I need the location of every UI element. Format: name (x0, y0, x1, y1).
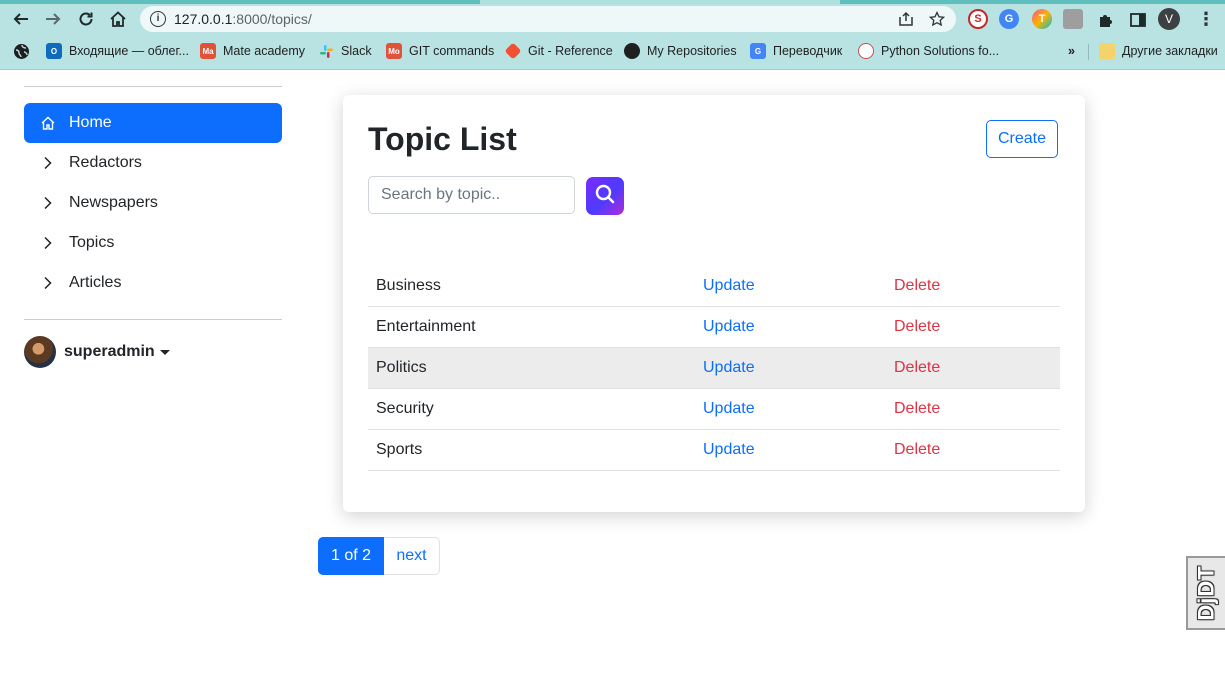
chevron-right-icon (38, 196, 58, 210)
sidebar-item-label: Articles (69, 274, 122, 291)
create-button[interactable]: Create (986, 120, 1058, 158)
bookmark-star-icon[interactable] (928, 10, 946, 28)
bookmark-git-reference[interactable]: Git - Reference (504, 42, 613, 60)
folder-icon (1099, 43, 1115, 59)
update-link[interactable]: Update (703, 441, 755, 459)
sidebar-item-home[interactable]: Home (24, 103, 282, 143)
home-icon (38, 115, 58, 131)
table-row: Entertainment Update Delete (368, 307, 1060, 348)
delete-link[interactable]: Delete (894, 318, 940, 336)
share-icon[interactable] (897, 10, 915, 28)
extension-icon[interactable]: T (1032, 9, 1052, 29)
next-page-link[interactable]: next (384, 537, 440, 575)
outlook-icon: O (46, 43, 62, 59)
debug-toolbar-handle[interactable]: DjDT (1186, 556, 1225, 630)
bookmarks-bar: O Входящие — облег... Ma Mate academy Slac… (0, 40, 1225, 62)
sidebar-item-label: Topics (69, 234, 115, 251)
home-browser-icon[interactable] (106, 7, 130, 31)
sidebar-item-label: Newspapers (69, 194, 158, 211)
page-title: Topic List (368, 121, 517, 157)
forward-icon[interactable] (41, 7, 65, 31)
current-page[interactable]: 1 of 2 (318, 537, 384, 575)
sidebar-item-redactors[interactable]: Redactors (24, 143, 282, 183)
bookmark-translator[interactable]: G Переводчик (750, 42, 842, 60)
table-row: Security Update Delete (368, 389, 1060, 430)
profile-avatar[interactable]: V (1158, 8, 1180, 30)
search-icon (594, 183, 616, 210)
sidebar-item-articles[interactable]: Articles (24, 263, 282, 303)
site-info-icon[interactable]: i (150, 11, 166, 27)
topics-table: Business Update Delete Entertainment Upd… (368, 266, 1060, 471)
table-row: Politics Update Delete (368, 348, 1060, 389)
update-link[interactable]: Update (703, 318, 755, 336)
username: superadmin (64, 343, 155, 360)
search-button[interactable] (586, 177, 624, 215)
topic-name: Entertainment (376, 318, 476, 335)
user-dropdown[interactable]: superadmin (24, 336, 170, 368)
search-input[interactable] (368, 176, 575, 214)
python-solutions-icon (858, 43, 874, 59)
sidebar-divider (24, 319, 282, 320)
side-panel-icon[interactable] (1126, 8, 1150, 32)
git-icon (504, 42, 522, 60)
bookmark-mate-academy[interactable]: Ma Mate academy (200, 42, 305, 60)
extension-icon[interactable]: S (968, 9, 988, 29)
sidebar-item-topics[interactable]: Topics (24, 223, 282, 263)
topic-list-card: Topic List Create Business Update Delete… (343, 95, 1085, 512)
update-link[interactable]: Update (703, 400, 755, 418)
delete-link[interactable]: Delete (894, 400, 940, 418)
bookmarks-divider (1088, 44, 1089, 60)
debug-toolbar-label: DjDT (1193, 565, 1219, 621)
delete-link[interactable]: Delete (894, 441, 940, 459)
topic-name: Politics (376, 359, 427, 376)
chevron-right-icon (38, 236, 58, 250)
kebab-menu-icon[interactable]: ⋮ (1196, 8, 1216, 30)
reload-icon[interactable] (74, 7, 98, 31)
apps-icon[interactable] (13, 42, 30, 60)
bookmark-outlook[interactable]: O Входящие — облег... (46, 42, 189, 60)
bookmark-python-solutions[interactable]: Python Solutions fo... (858, 42, 999, 60)
tab-strip-edge (0, 0, 1225, 4)
slack-icon (318, 43, 334, 59)
chevron-right-icon (38, 276, 58, 290)
caret-down-icon (159, 349, 170, 355)
bookmark-my-repositories[interactable]: My Repositories (624, 42, 737, 60)
back-icon[interactable] (9, 7, 33, 31)
bookmark-git-commands[interactable]: Mo GIT commands (386, 42, 494, 60)
delete-link[interactable]: Delete (894, 359, 940, 377)
pagination: 1 of 2 next (318, 537, 440, 575)
extension-icon[interactable] (1063, 9, 1083, 29)
avatar (24, 336, 56, 368)
topic-name: Business (376, 277, 441, 294)
topic-name: Security (376, 400, 434, 417)
delete-link[interactable]: Delete (894, 277, 940, 295)
other-bookmarks-folder[interactable]: Другие закладки (1099, 42, 1218, 60)
github-icon (624, 43, 640, 59)
mate-academy-icon: Ma (200, 43, 216, 59)
google-translate-icon[interactable]: G (999, 9, 1019, 29)
table-row: Sports Update Delete (368, 430, 1060, 471)
address-bar[interactable]: i 127.0.0.1:8000/topics/ (140, 6, 956, 32)
sidebar-item-label: Redactors (69, 154, 142, 171)
puzzle-icon[interactable] (1094, 8, 1118, 32)
git-commands-icon: Mo (386, 43, 402, 59)
sidebar-item-newspapers[interactable]: Newspapers (24, 183, 282, 223)
topic-name: Sports (376, 441, 423, 458)
bookmark-slack[interactable]: Slack (318, 42, 372, 60)
more-bookmarks-button[interactable]: » (1068, 42, 1075, 60)
browser-chrome: i 127.0.0.1:8000/topics/ S G T V ⋮ O Вход… (0, 0, 1225, 70)
chevron-right-icon (38, 156, 58, 170)
sidebar-divider (24, 86, 282, 87)
address-url: 127.0.0.1:8000/topics/ (174, 11, 312, 27)
sidebar-item-label: Home (69, 114, 112, 131)
google-translate-icon: G (750, 43, 766, 59)
update-link[interactable]: Update (703, 359, 755, 377)
table-row: Business Update Delete (368, 266, 1060, 307)
update-link[interactable]: Update (703, 277, 755, 295)
